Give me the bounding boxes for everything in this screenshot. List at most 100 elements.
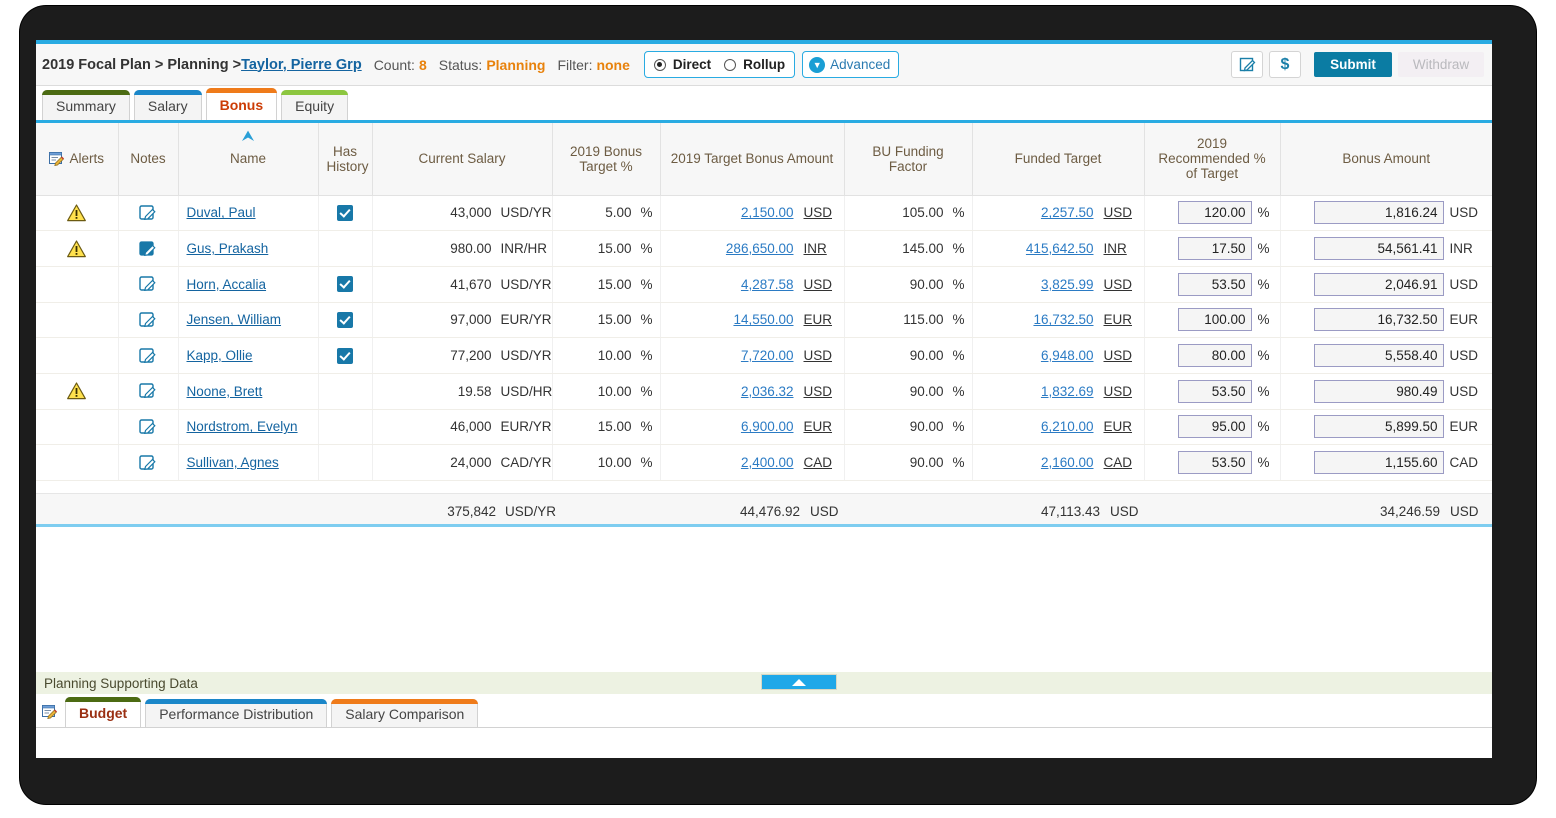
col-recommended-pct[interactable]: 2019 Recommended % of Target <box>1144 123 1280 195</box>
subtab-performance-distribution[interactable]: Performance Distribution <box>145 699 327 727</box>
edit-plan-button[interactable] <box>1231 51 1263 78</box>
bonus-amount-input[interactable] <box>1314 344 1444 367</box>
bonus-amount-input[interactable] <box>1314 415 1444 438</box>
alert-warning-icon[interactable] <box>67 240 86 258</box>
target-bonus-amount-link[interactable]: 7,720.00 <box>741 348 794 363</box>
target-bonus-amount-link[interactable]: 2,036.32 <box>741 384 794 399</box>
funded-target-currency[interactable]: EUR <box>1094 419 1136 434</box>
col-current-salary[interactable]: Current Salary <box>372 123 552 195</box>
note-edit-icon[interactable] <box>139 311 157 329</box>
bonus-amount-input[interactable] <box>1314 380 1444 403</box>
col-alerts[interactable]: Alerts <box>36 123 118 195</box>
funded-target-currency[interactable]: USD <box>1094 348 1136 363</box>
subtab-budget[interactable]: Budget <box>65 697 141 727</box>
col-has-history[interactable]: Has History <box>318 123 372 195</box>
tab-summary[interactable]: Summary <box>42 90 130 120</box>
note-edit-icon[interactable] <box>139 347 157 365</box>
has-history-checkbox[interactable] <box>337 348 353 364</box>
recommended-pct-input[interactable] <box>1178 415 1252 438</box>
has-history-checkbox[interactable] <box>337 312 353 328</box>
employee-name-link[interactable]: Sullivan, Agnes <box>187 455 279 470</box>
employee-name-link[interactable]: Nordstrom, Evelyn <box>187 419 298 434</box>
advanced-button[interactable]: ▼ Advanced <box>802 51 899 78</box>
tab-equity[interactable]: Equity <box>281 90 348 120</box>
funded-target-link[interactable]: 3,825.99 <box>1041 277 1094 292</box>
note-edit-icon[interactable] <box>139 275 157 293</box>
collapse-panel-button[interactable] <box>761 674 837 690</box>
supporting-edit-icon[interactable] <box>42 704 57 719</box>
funded-target-currency[interactable]: USD <box>1094 384 1136 399</box>
employee-name-link[interactable]: Noone, Brett <box>187 384 263 399</box>
funded-target-currency[interactable]: EUR <box>1094 312 1136 327</box>
has-history-checkbox[interactable] <box>337 205 353 221</box>
funded-target-link[interactable]: 2,160.00 <box>1041 455 1094 470</box>
submit-button[interactable]: Submit <box>1314 52 1392 77</box>
radio-rollup[interactable] <box>724 59 736 71</box>
funded-target-link[interactable]: 6,948.00 <box>1041 348 1094 363</box>
target-bonus-amount-currency[interactable]: USD <box>794 277 836 292</box>
employee-name-link[interactable]: Kapp, Ollie <box>187 348 253 363</box>
col-bu-funding-factor[interactable]: BU Funding Factor <box>844 123 972 195</box>
funded-target-link[interactable]: 6,210.00 <box>1041 419 1094 434</box>
alert-warning-icon[interactable] <box>67 204 86 222</box>
bonus-amount-input[interactable] <box>1314 451 1444 474</box>
funded-target-link[interactable]: 415,642.50 <box>1026 241 1094 256</box>
col-bonus-target-pct[interactable]: 2019 Bonus Target % <box>552 123 660 195</box>
radio-direct[interactable] <box>654 59 666 71</box>
funded-target-currency[interactable]: CAD <box>1094 455 1136 470</box>
target-bonus-amount-currency[interactable]: CAD <box>794 455 836 470</box>
col-name[interactable]: ⮝ Name <box>178 123 318 195</box>
note-edit-icon[interactable] <box>139 418 157 436</box>
bonus-amount-input[interactable] <box>1314 308 1444 331</box>
recommended-pct-input[interactable] <box>1178 451 1252 474</box>
has-history-checkbox[interactable] <box>337 276 353 292</box>
funded-target-link[interactable]: 16,732.50 <box>1033 312 1093 327</box>
note-edit-icon[interactable] <box>139 240 157 258</box>
target-bonus-amount-currency[interactable]: INR <box>794 241 836 256</box>
funded-target-currency[interactable]: INR <box>1094 241 1136 256</box>
funded-target-currency[interactable]: USD <box>1094 277 1136 292</box>
employee-name-link[interactable]: Jensen, William <box>187 312 282 327</box>
currency-button[interactable]: $ <box>1269 51 1301 78</box>
employee-name-link[interactable]: Duval, Paul <box>187 205 256 220</box>
target-bonus-amount-currency[interactable]: EUR <box>794 419 836 434</box>
target-bonus-amount-link[interactable]: 4,287.58 <box>741 277 794 292</box>
col-funded-target[interactable]: Funded Target <box>972 123 1144 195</box>
recommended-pct-input[interactable] <box>1178 308 1252 331</box>
recommended-pct-input[interactable] <box>1178 380 1252 403</box>
recommended-pct-input[interactable] <box>1178 201 1252 224</box>
note-edit-icon[interactable] <box>139 204 157 222</box>
funded-target-link[interactable]: 2,257.50 <box>1041 205 1094 220</box>
note-edit-icon[interactable] <box>139 454 157 472</box>
target-bonus-amount-currency[interactable]: USD <box>794 205 836 220</box>
col-notes[interactable]: Notes <box>118 123 178 195</box>
recommended-pct-input[interactable] <box>1178 344 1252 367</box>
breadcrumb-group-link[interactable]: Taylor, Pierre Grp <box>241 57 362 73</box>
target-bonus-amount-currency[interactable]: EUR <box>794 312 836 327</box>
radio-direct-label[interactable]: Direct <box>673 57 711 72</box>
bonus-amount-input[interactable] <box>1314 237 1444 260</box>
funded-target-link[interactable]: 1,832.69 <box>1041 384 1094 399</box>
employee-name-link[interactable]: Horn, Accalia <box>187 277 267 292</box>
funded-target-currency[interactable]: USD <box>1094 205 1136 220</box>
alert-warning-icon[interactable] <box>67 382 86 400</box>
col-bonus-amount[interactable]: Bonus Amount <box>1280 123 1492 195</box>
target-bonus-amount-link[interactable]: 286,650.00 <box>726 241 794 256</box>
radio-rollup-label[interactable]: Rollup <box>743 57 785 72</box>
bonus-amount-input[interactable] <box>1314 201 1444 224</box>
target-bonus-amount-link[interactable]: 6,900.00 <box>741 419 794 434</box>
recommended-pct-input[interactable] <box>1178 273 1252 296</box>
target-bonus-amount-link[interactable]: 14,550.00 <box>733 312 793 327</box>
tab-salary[interactable]: Salary <box>134 90 202 120</box>
tab-bonus[interactable]: Bonus <box>206 88 278 120</box>
employee-name-link[interactable]: Gus, Prakash <box>187 241 269 256</box>
target-bonus-amount-link[interactable]: 2,400.00 <box>741 455 794 470</box>
subtab-salary-comparison[interactable]: Salary Comparison <box>331 699 478 727</box>
bonus-amount-input[interactable] <box>1314 273 1444 296</box>
note-edit-icon[interactable] <box>139 382 157 400</box>
target-bonus-amount-link[interactable]: 2,150.00 <box>741 205 794 220</box>
target-bonus-amount-currency[interactable]: USD <box>794 348 836 363</box>
col-target-bonus-amount[interactable]: 2019 Target Bonus Amount <box>660 123 844 195</box>
target-bonus-amount-currency[interactable]: USD <box>794 384 836 399</box>
recommended-pct-input[interactable] <box>1178 237 1252 260</box>
